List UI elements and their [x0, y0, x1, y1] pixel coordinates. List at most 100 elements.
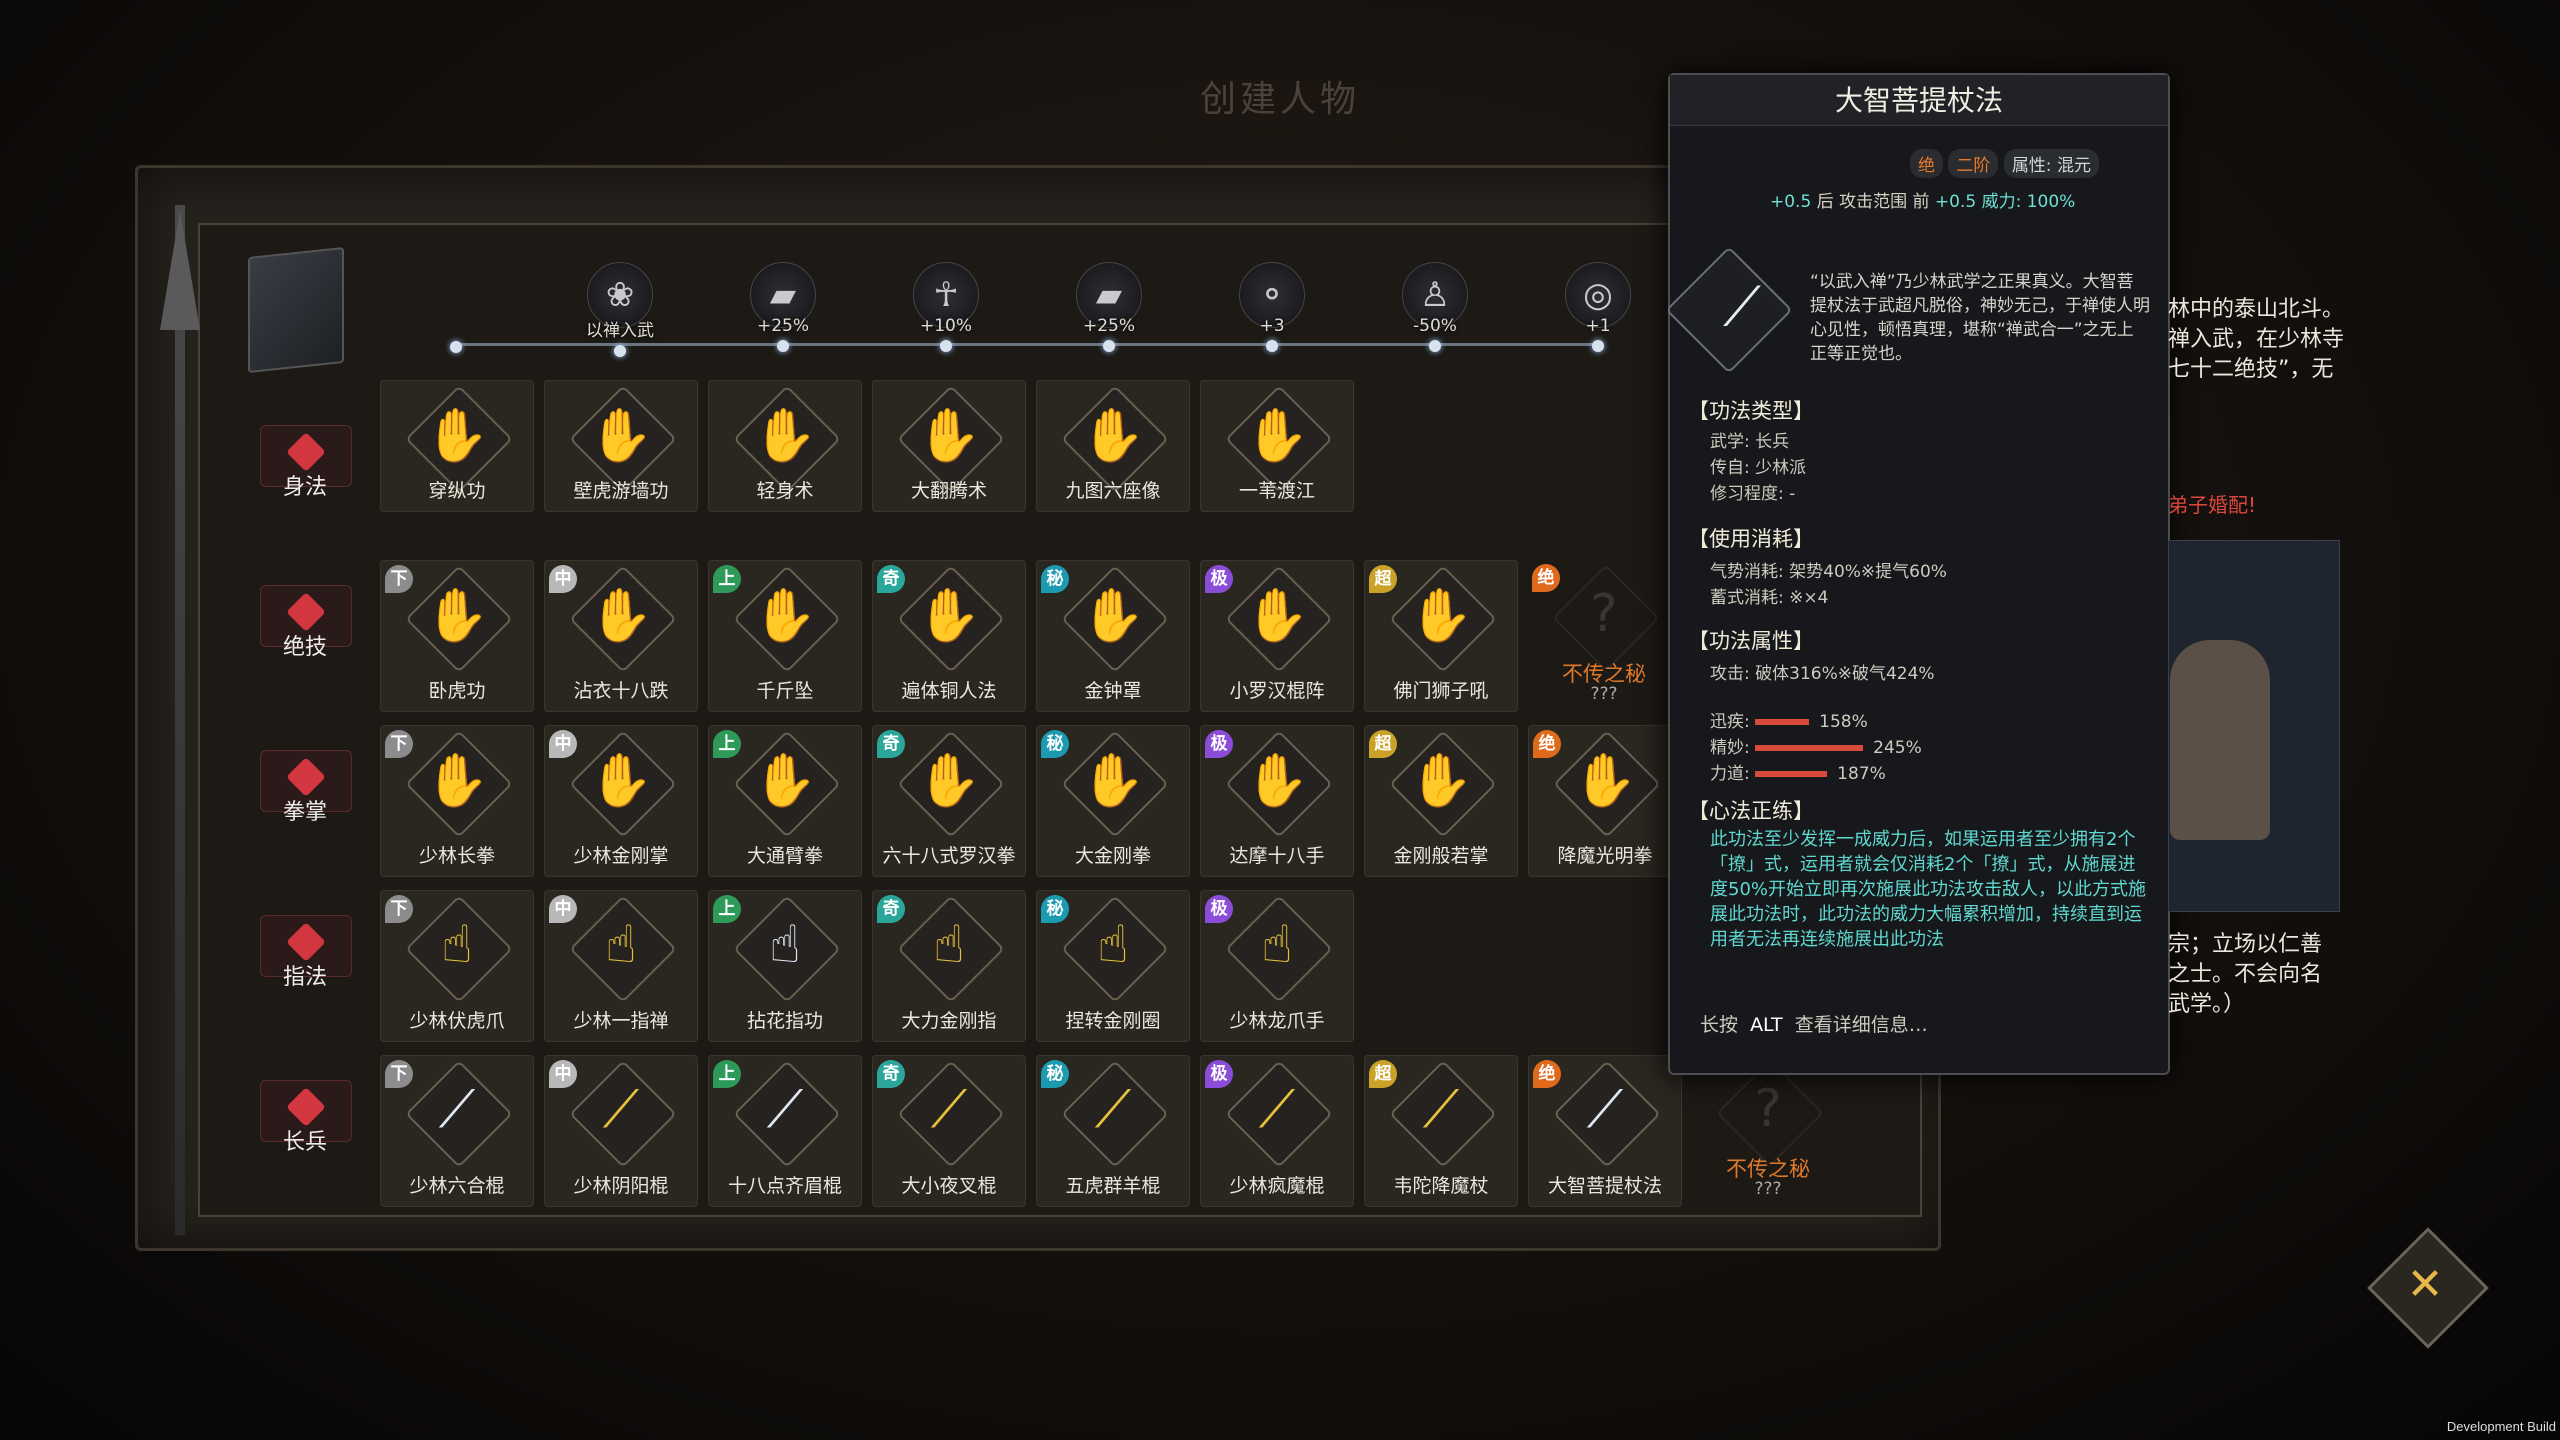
technique-name: 轻身术 [756, 480, 814, 502]
close-icon[interactable]: ✕ [2385, 1245, 2465, 1325]
range-row: +0.5 后 攻击范围 前 +0.5 威力: 100% [1770, 187, 2075, 212]
stage-label: 以禅入武 [586, 321, 654, 341]
technique-card[interactable]: ✋ 少林金刚掌 中 [544, 725, 698, 877]
technique-card[interactable]: ✋ 轻身术 [708, 380, 862, 512]
technique-icon: ✋ [916, 751, 982, 811]
technique-name: 少林阴阳棍 [573, 1175, 669, 1197]
technique-card[interactable]: ✋ 达摩十八手 极 [1200, 725, 1354, 877]
technique-card[interactable]: ? 不传之秘??? 绝 [1528, 560, 1680, 710]
technique-card[interactable]: ✋ 千斤坠 上 [708, 560, 862, 712]
technique-card[interactable]: ✋ 六十八式罗汉拳 奇 [872, 725, 1026, 877]
stage-dot [940, 340, 952, 352]
stat-bar [1755, 719, 1810, 725]
type-item: 传自: 少林派 [1710, 458, 1807, 478]
technique-card[interactable]: ⟋ 韦陀降魔杖 超 [1364, 1055, 1518, 1207]
technique-icon: ✋ [424, 586, 490, 646]
technique-name: 九图六座像 [1065, 480, 1161, 502]
technique-card[interactable]: ⟋ 五虎群羊棍 秘 [1036, 1055, 1190, 1207]
stat-bar [1755, 745, 1864, 751]
technique-card[interactable]: ✋ 降魔光明拳 绝 [1528, 725, 1682, 877]
tier-badge: 奇 [877, 730, 905, 758]
technique-card[interactable]: ☝ 少林伏虎爪 下 [380, 890, 534, 1042]
mind-method-text: 此功法至少发挥一成威力后，如果运用者至少拥有2个「撩」式，运用者就会仅消耗2个「… [1710, 829, 2147, 950]
technique-card[interactable]: ☝ 少林龙爪手 极 [1200, 890, 1354, 1042]
secret-mark: ??? [1590, 684, 1618, 704]
technique-card[interactable]: ✋ 大通臂拳 上 [708, 725, 862, 877]
technique-name: 大金刚拳 [1074, 845, 1151, 867]
technique-card[interactable]: ☝ 少林一指禅 中 [544, 890, 698, 1042]
technique-card[interactable]: ☝ 捏转金刚圈 秘 [1036, 890, 1190, 1042]
technique-card[interactable]: ✋ 大金刚拳 秘 [1036, 725, 1190, 877]
stage-node[interactable]: ❀ 以禅入武 [540, 262, 700, 357]
technique-card[interactable]: ☝ 拈花指功 上 [708, 890, 862, 1042]
stage-node[interactable]: ♙ -50% [1355, 262, 1515, 352]
character-portrait [2170, 640, 2270, 840]
tier-badge: 上 [713, 730, 741, 758]
stage-label: +25% [1082, 316, 1136, 336]
technique-icon: ☝ [441, 915, 473, 975]
technique-card[interactable]: ⟋ 少林疯魔棍 极 [1200, 1055, 1354, 1207]
technique-card[interactable]: ✋ 九图六座像 [1036, 380, 1190, 512]
stage-node[interactable]: ⚬ +3 [1192, 262, 1352, 352]
technique-icon: ☝ [933, 915, 965, 975]
category-tab[interactable]: 身法 [260, 425, 352, 501]
stat-label: 精妙: [1710, 738, 1750, 758]
marriage-warning: 弟子婚配! [2168, 493, 2257, 517]
stage-node[interactable]: ▰ +25% [703, 262, 863, 352]
category-tab[interactable]: 绝技 [260, 585, 352, 661]
technique-name: 大通臂拳 [746, 845, 823, 867]
technique-card[interactable]: ✋ 沾衣十八跌 中 [544, 560, 698, 712]
technique-card[interactable]: ⟋ 大小夜叉棍 奇 [872, 1055, 1026, 1207]
technique-icon: ✋ [752, 751, 818, 811]
technique-card[interactable]: ✋ 金钟罩 秘 [1036, 560, 1190, 712]
tier-badge: 下 [385, 730, 413, 758]
tier-badge: 绝 [1532, 564, 1560, 592]
technique-card[interactable]: ☝ 大力金刚指 奇 [872, 890, 1026, 1042]
technique-card[interactable]: ✋ 壁虎游墙功 [544, 380, 698, 512]
technique-name: 十八点齐眉棍 [727, 1175, 842, 1197]
technique-card[interactable]: ⟋ 十八点齐眉棍 上 [708, 1055, 862, 1207]
range-front-value: +0.5 [1934, 192, 1977, 212]
category-tab[interactable]: 长兵 [260, 1080, 352, 1156]
technique-card[interactable]: ✋ 大翻腾术 [872, 380, 1026, 512]
category-tab[interactable]: 拳掌 [260, 750, 352, 826]
tier-badge: 秘 [1041, 565, 1069, 593]
technique-card[interactable]: ✋ 金刚般若掌 超 [1364, 725, 1518, 877]
book-icon[interactable] [248, 246, 344, 374]
technique-name: 大力金刚指 [901, 1010, 997, 1032]
category-label: 长兵 [282, 1130, 327, 1155]
hold-label: 长按 [1700, 1014, 1739, 1036]
technique-card[interactable]: ✋ 一苇渡江 [1200, 380, 1354, 512]
section-type-header: 【功法类型】 [1688, 399, 1814, 423]
technique-name: 少林长拳 [418, 845, 495, 867]
technique-card[interactable]: ✋ 少林长拳 下 [380, 725, 534, 877]
stage-node[interactable]: ▰ +25% [1029, 262, 1189, 352]
technique-name: 少林六合棍 [409, 1175, 505, 1197]
stage-node[interactable]: ☥ +10% [866, 262, 1026, 352]
technique-card[interactable]: ✋ 遍体铜人法 奇 [872, 560, 1026, 712]
technique-card[interactable]: ✋ 穿纵功 [380, 380, 534, 512]
technique-card[interactable]: ⟋ 少林六合棍 下 [380, 1055, 534, 1207]
technique-card[interactable]: ⟋ 大智菩提杖法 绝 [1528, 1055, 1682, 1207]
tier-badge: 绝 [1533, 1060, 1561, 1088]
technique-name: 卧虎功 [428, 680, 486, 702]
stage-node[interactable]: ◎ +1 [1518, 262, 1678, 352]
technique-card[interactable]: ✋ 卧虎功 下 [380, 560, 534, 712]
tier-badge: 上 [713, 565, 741, 593]
section-mind-header: 【心法正练】 [1688, 799, 1814, 823]
technique-icon: ☝ [605, 915, 637, 975]
cost-item: 气势消耗: 架势40%※提气60% [1710, 562, 1947, 582]
tier-badge: 极 [1205, 565, 1233, 593]
technique-card[interactable]: ? 不传之秘??? [1692, 1055, 1844, 1205]
stat-bar [1755, 771, 1828, 777]
technique-card[interactable]: ⟋ 少林阴阳棍 中 [544, 1055, 698, 1207]
category-tab[interactable]: 指法 [260, 915, 352, 991]
technique-name: 少林金刚掌 [573, 845, 669, 867]
technique-icon: ✋ [916, 406, 982, 466]
technique-name: 韦陀降魔杖 [1393, 1175, 1489, 1197]
stage-dot [614, 345, 626, 357]
technique-card[interactable]: ✋ 小罗汉棍阵 极 [1200, 560, 1354, 712]
technique-card[interactable]: ✋ 佛门狮子吼 超 [1364, 560, 1518, 712]
technique-name: 少林伏虎爪 [409, 1010, 505, 1032]
stage-dot [1266, 340, 1278, 352]
